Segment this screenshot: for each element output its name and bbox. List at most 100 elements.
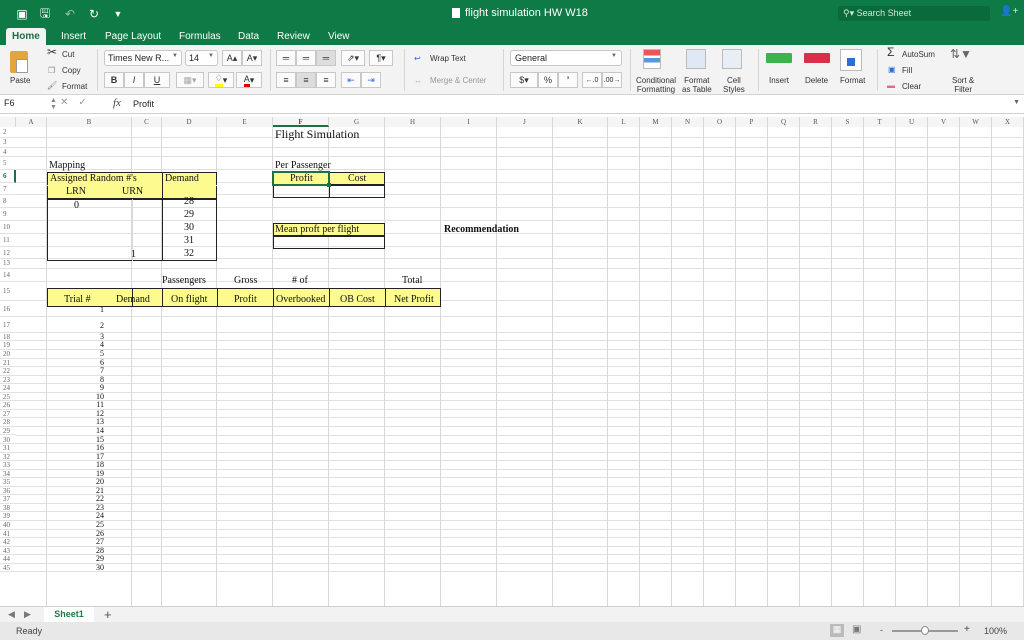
comma-button[interactable]: ’ — [558, 72, 578, 88]
column-header-h[interactable]: H — [385, 117, 441, 127]
number-format-select[interactable]: General ▼ — [510, 50, 622, 66]
row-header-5[interactable]: 5 — [0, 157, 16, 170]
column-header-p[interactable]: P — [736, 117, 768, 127]
zoom-slider[interactable] — [892, 626, 958, 635]
save-icon[interactable]: 🖫 — [37, 6, 53, 22]
row-header-8[interactable]: 8 — [0, 195, 16, 209]
demand-value[interactable]: 29 — [184, 209, 194, 220]
prev-sheet-icon[interactable]: ◀ — [8, 609, 15, 620]
decrease-indent-button[interactable]: ⇤ — [341, 72, 361, 88]
zoom-out-button[interactable]: - — [880, 625, 883, 635]
column-header-q[interactable]: Q — [768, 117, 800, 127]
row-header-11[interactable]: 11 — [0, 234, 16, 247]
row-header-26[interactable]: 26 — [0, 401, 16, 410]
row-header-16[interactable]: 16 — [0, 301, 16, 317]
next-sheet-icon[interactable]: ▶ — [24, 609, 31, 620]
trial-number[interactable]: 2 — [100, 321, 104, 330]
enter-icon[interactable]: ✓ — [78, 97, 86, 108]
formula-input[interactable]: Profit — [133, 99, 154, 109]
row-header-29[interactable]: 29 — [0, 427, 16, 436]
insert-button[interactable]: Insert — [769, 76, 789, 85]
zoom-slider-thumb[interactable] — [921, 626, 929, 635]
format-painter-button[interactable]: Format — [62, 82, 87, 91]
column-header-m[interactable]: M — [640, 117, 672, 127]
format-as-table-button[interactable]: Format as Table — [682, 76, 712, 94]
bold-button[interactable]: B — [104, 72, 124, 88]
column-header-t[interactable]: T — [864, 117, 896, 127]
format-cells-icon[interactable] — [840, 49, 862, 71]
cancel-icon[interactable]: ✕ — [60, 97, 68, 108]
italic-button[interactable]: I — [124, 72, 144, 88]
row-header-4[interactable]: 4 — [0, 148, 16, 157]
column-header-r[interactable]: R — [800, 117, 832, 127]
row-header-27[interactable]: 27 — [0, 410, 16, 419]
wrap-text-button[interactable]: Wrap Text — [430, 54, 466, 63]
autosum-button[interactable]: AutoSum — [902, 50, 935, 59]
row-header-35[interactable]: 35 — [0, 478, 16, 487]
demand-value[interactable]: 31 — [184, 235, 194, 246]
align-right-button[interactable]: ≡ — [316, 72, 336, 88]
cell-styles-button[interactable]: Cell Styles — [723, 76, 745, 94]
column-header-i[interactable]: I — [441, 117, 497, 127]
lrn-value[interactable]: 0 — [74, 200, 79, 211]
tab-home[interactable]: Home — [6, 28, 46, 45]
column-header-o[interactable]: O — [704, 117, 736, 127]
row-header-34[interactable]: 34 — [0, 470, 16, 479]
share-icon[interactable]: 👤+ — [1000, 6, 1018, 17]
row-header-12[interactable]: 12 — [0, 247, 16, 260]
column-header-j[interactable]: J — [497, 117, 553, 127]
row-header-31[interactable]: 31 — [0, 444, 16, 453]
row-header-7[interactable]: 7 — [0, 183, 16, 196]
trial-number[interactable]: 30 — [96, 563, 104, 572]
currency-button[interactable]: $ ▾ — [510, 72, 538, 88]
text-direction-button[interactable]: ¶▾ — [369, 50, 393, 66]
font-name-select[interactable]: Times New R... ▼ — [104, 50, 182, 66]
fill-color-button[interactable]: ♢ ▾ — [208, 72, 234, 88]
paste-icon[interactable] — [10, 51, 28, 73]
row-header-14[interactable]: 14 — [0, 269, 16, 282]
row-header-38[interactable]: 38 — [0, 504, 16, 513]
row-header-37[interactable]: 37 — [0, 495, 16, 504]
insert-cells-icon[interactable] — [766, 53, 792, 63]
tab-review[interactable]: Review — [271, 28, 316, 45]
paste-button[interactable]: Paste — [10, 76, 30, 85]
conditional-formatting-icon[interactable] — [643, 49, 661, 69]
column-header-e[interactable]: E — [217, 117, 273, 127]
tab-insert[interactable]: Insert — [55, 28, 92, 45]
align-center-button[interactable]: ≡ — [296, 72, 316, 88]
align-bottom-button[interactable]: ═ — [316, 50, 336, 66]
column-header-f[interactable]: F — [273, 117, 329, 127]
function-icon[interactable]: fx — [113, 97, 121, 109]
underline-button[interactable]: U — [144, 72, 170, 88]
decrease-decimal-button[interactable]: .00→ — [602, 72, 622, 88]
row-header-30[interactable]: 30 — [0, 436, 16, 445]
tab-view[interactable]: View — [322, 28, 356, 45]
search-sheet-input[interactable]: ⚲▾ Search Sheet — [838, 6, 990, 21]
column-header-u[interactable]: U — [896, 117, 928, 127]
row-header-20[interactable]: 20 — [0, 350, 16, 359]
copy-button[interactable]: Copy — [62, 66, 81, 75]
row-header-33[interactable]: 33 — [0, 461, 16, 470]
name-box[interactable]: F6 — [4, 98, 15, 108]
row-header-36[interactable]: 36 — [0, 487, 16, 496]
demand-value[interactable]: 30 — [184, 222, 194, 233]
fill-handle[interactable] — [327, 183, 331, 187]
trial-number[interactable]: 1 — [100, 305, 104, 314]
sheet-tab-sheet1[interactable]: Sheet1 — [44, 607, 94, 622]
column-header-b[interactable]: B — [47, 117, 132, 127]
delete-button[interactable]: Delete — [805, 76, 828, 85]
row-header-21[interactable]: 21 — [0, 359, 16, 368]
align-top-button[interactable]: ═ — [276, 50, 296, 66]
increase-indent-button[interactable]: ⇥ — [361, 72, 381, 88]
increase-decimal-button[interactable]: ←.0 — [582, 72, 602, 88]
conditional-formatting-button[interactable]: Conditional Formatting — [636, 76, 676, 94]
column-header-w[interactable]: W — [960, 117, 992, 127]
column-header-v[interactable]: V — [928, 117, 960, 127]
undo-icon[interactable]: ↶ — [62, 6, 78, 22]
row-header-28[interactable]: 28 — [0, 418, 16, 427]
row-header-25[interactable]: 25 — [0, 393, 16, 402]
select-all-corner[interactable] — [0, 117, 16, 127]
column-header-d[interactable]: D — [162, 117, 217, 127]
row-header-23[interactable]: 23 — [0, 376, 16, 385]
zoom-in-button[interactable]: + — [964, 624, 970, 635]
